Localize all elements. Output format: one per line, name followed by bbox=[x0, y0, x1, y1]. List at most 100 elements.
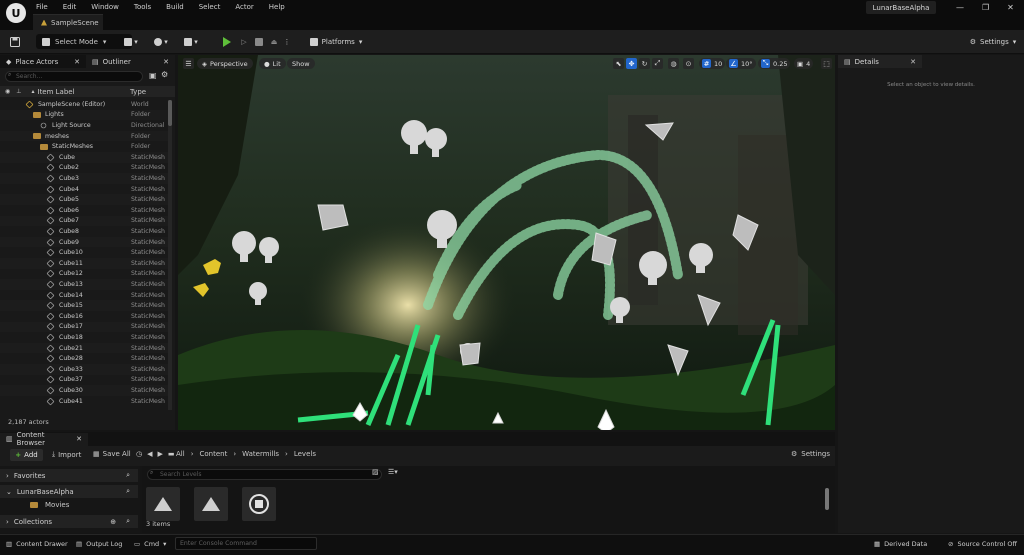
outliner-search-input[interactable]: Search... bbox=[5, 71, 143, 82]
tree-row[interactable]: Cube8 StaticMesh bbox=[0, 226, 170, 237]
menu-build[interactable]: Build bbox=[166, 3, 184, 11]
menu-actor[interactable]: Actor bbox=[235, 3, 253, 11]
tree-row[interactable]: StaticMeshes Folder bbox=[0, 141, 170, 152]
add-actor-button[interactable]: ▾ bbox=[120, 34, 142, 50]
forward-icon[interactable]: ▶ bbox=[158, 450, 163, 458]
scrollbar-thumb[interactable] bbox=[168, 100, 172, 126]
play-button[interactable] bbox=[221, 34, 233, 50]
search-icon[interactable]: ⌕ bbox=[126, 517, 130, 526]
asset-tile[interactable] bbox=[146, 487, 180, 521]
close-icon[interactable]: ✕ bbox=[74, 58, 80, 66]
tree-row[interactable]: Lights Folder bbox=[0, 109, 170, 121]
breadcrumb-watermills[interactable]: Watermills bbox=[242, 450, 279, 458]
tree-row[interactable]: Cube28 StaticMesh bbox=[0, 353, 170, 364]
tree-row[interactable]: Cube StaticMesh bbox=[0, 152, 170, 163]
platforms-dropdown[interactable]: Platforms ▾ bbox=[309, 34, 363, 50]
add-collection-icon[interactable]: ⊕ bbox=[110, 518, 116, 526]
menu-window[interactable]: Window bbox=[91, 3, 119, 11]
viewport-menu-icon[interactable]: ☰ bbox=[183, 58, 194, 69]
content-drawer-button[interactable]: ▥ Content Drawer bbox=[6, 537, 68, 551]
camera-speed-button[interactable]: ▣ 4 bbox=[794, 58, 814, 69]
asset-tile[interactable] bbox=[194, 487, 228, 521]
world-space-icon[interactable]: ◍ bbox=[668, 58, 679, 69]
favorites-section[interactable]: › Favorites ⌕ bbox=[0, 469, 138, 482]
content-settings-button[interactable]: ⚙ Settings bbox=[791, 450, 830, 458]
settings-dropdown[interactable]: ⚙ Settings ▾ bbox=[966, 34, 1020, 50]
advance-frame-button[interactable]: ▷ bbox=[238, 34, 250, 50]
assets-scrollbar[interactable] bbox=[825, 488, 829, 510]
search-icon[interactable]: ⌕ bbox=[126, 471, 130, 480]
derived-data-button[interactable]: ▦ Derived Data bbox=[874, 537, 927, 551]
tree-row[interactable]: Cube6 StaticMesh bbox=[0, 205, 170, 216]
move-transform-icon[interactable]: ✥ bbox=[626, 58, 637, 69]
play-options-button[interactable]: ⋮ bbox=[283, 34, 291, 50]
levels-search-input[interactable]: Search Levels bbox=[147, 469, 382, 480]
grid-snap-toggle[interactable]: # 10 bbox=[699, 58, 726, 69]
output-log-button[interactable]: ▤ Output Log bbox=[76, 537, 122, 551]
tree-row[interactable]: Cube18 StaticMesh bbox=[0, 332, 170, 343]
folder-movies[interactable]: Movies bbox=[30, 501, 69, 509]
blueprints-button[interactable]: ▾ bbox=[150, 34, 172, 50]
tab-outliner[interactable]: ▤ Outliner ✕ bbox=[86, 55, 175, 68]
tab-details[interactable]: ▤ Details ✕ bbox=[838, 55, 922, 68]
menu-edit[interactable]: Edit bbox=[63, 3, 77, 11]
pin-icon[interactable]: ⊥ bbox=[16, 88, 21, 95]
close-icon[interactable]: ✕ bbox=[910, 58, 916, 66]
rotation-snap-toggle[interactable]: ∠ 10° bbox=[726, 58, 756, 69]
history-icon[interactable]: ◷ bbox=[136, 450, 142, 458]
visibility-eye-icon[interactable]: ◉ bbox=[5, 88, 10, 95]
tree-row[interactable]: Cube41 StaticMesh bbox=[0, 396, 170, 407]
level-viewport[interactable]: ☰ ◈ Perspective ● Lit Show ⬉ ✥ ↻ ⤢ ◍ ⊙ #… bbox=[178, 55, 835, 430]
tree-row[interactable]: Light Source Directional bbox=[0, 120, 170, 131]
close-icon[interactable]: ✕ bbox=[76, 435, 82, 443]
search-icon[interactable]: ⌕ bbox=[126, 487, 130, 496]
menu-tools[interactable]: Tools bbox=[134, 3, 151, 11]
cmd-dropdown[interactable]: ▭ Cmd ▾ bbox=[134, 537, 166, 551]
rotate-transform-icon[interactable]: ↻ bbox=[639, 58, 650, 69]
unreal-logo-icon[interactable]: U bbox=[6, 3, 26, 23]
lit-dropdown[interactable]: ● Lit bbox=[259, 58, 286, 69]
gear-icon[interactable]: ⚙ bbox=[161, 70, 168, 79]
viewport-scene[interactable] bbox=[178, 55, 835, 430]
tree-row[interactable]: Cube12 StaticMesh bbox=[0, 269, 170, 280]
perspective-dropdown[interactable]: ◈ Perspective bbox=[197, 58, 253, 69]
tab-place-actors[interactable]: ◆ Place Actors ✕ bbox=[0, 55, 86, 68]
select-transform-icon[interactable]: ⬉ bbox=[613, 58, 624, 69]
menu-select[interactable]: Select bbox=[199, 3, 221, 11]
import-button[interactable]: ⤓ Import bbox=[52, 450, 81, 459]
eject-button[interactable]: ⏏ bbox=[268, 34, 280, 50]
outliner-scrollbar[interactable] bbox=[168, 100, 172, 410]
save-icon[interactable] bbox=[8, 34, 22, 50]
tree-row[interactable]: Cube10 StaticMesh bbox=[0, 247, 170, 258]
console-command-input[interactable]: Enter Console Command bbox=[175, 537, 317, 550]
tree-row[interactable]: Cube11 StaticMesh bbox=[0, 258, 170, 269]
maximize-button[interactable]: ❐ bbox=[982, 3, 989, 12]
breadcrumb-content[interactable]: Content bbox=[200, 450, 228, 458]
add-folder-icon[interactable]: ▣ bbox=[149, 71, 157, 80]
tree-row[interactable]: Cube33 StaticMesh bbox=[0, 364, 170, 375]
level-tab[interactable]: SampleScene bbox=[33, 14, 103, 30]
breadcrumb-levels[interactable]: Levels bbox=[294, 450, 316, 458]
tree-row[interactable]: Cube4 StaticMesh bbox=[0, 184, 170, 195]
scale-snap-toggle[interactable]: ⤡ 0.25 bbox=[758, 58, 791, 69]
tree-row[interactable]: Cube5 StaticMesh bbox=[0, 194, 170, 205]
back-icon[interactable]: ◀ bbox=[147, 450, 152, 458]
add-button[interactable]: + Add bbox=[10, 449, 43, 461]
save-all-button[interactable]: ▦ Save All bbox=[93, 450, 131, 458]
asset-tile[interactable] bbox=[242, 487, 276, 521]
show-dropdown[interactable]: Show bbox=[287, 58, 315, 69]
tree-row[interactable]: Cube16 StaticMesh bbox=[0, 311, 170, 322]
maximize-viewport-icon[interactable]: ⬚ bbox=[821, 58, 832, 69]
close-window-button[interactable]: ✕ bbox=[1007, 3, 1014, 12]
menu-help[interactable]: Help bbox=[269, 3, 285, 11]
tree-row[interactable]: Cube14 StaticMesh bbox=[0, 290, 170, 301]
tree-row[interactable]: Cube7 StaticMesh bbox=[0, 215, 170, 227]
project-section[interactable]: ⌄ LunarBaseAlpha ⌕ bbox=[0, 485, 138, 498]
tree-row[interactable]: SampleScene (Editor) World bbox=[0, 99, 170, 110]
tree-row[interactable]: Cube17 StaticMesh bbox=[0, 321, 170, 333]
tree-row[interactable]: meshes Folder bbox=[0, 130, 170, 142]
filter-icon[interactable]: ☰▾ bbox=[388, 468, 398, 476]
tree-row[interactable]: Cube2 StaticMesh bbox=[0, 163, 170, 174]
select-mode-dropdown[interactable]: Select Mode ▾ bbox=[36, 34, 132, 49]
scale-transform-icon[interactable]: ⤢ bbox=[652, 58, 663, 69]
